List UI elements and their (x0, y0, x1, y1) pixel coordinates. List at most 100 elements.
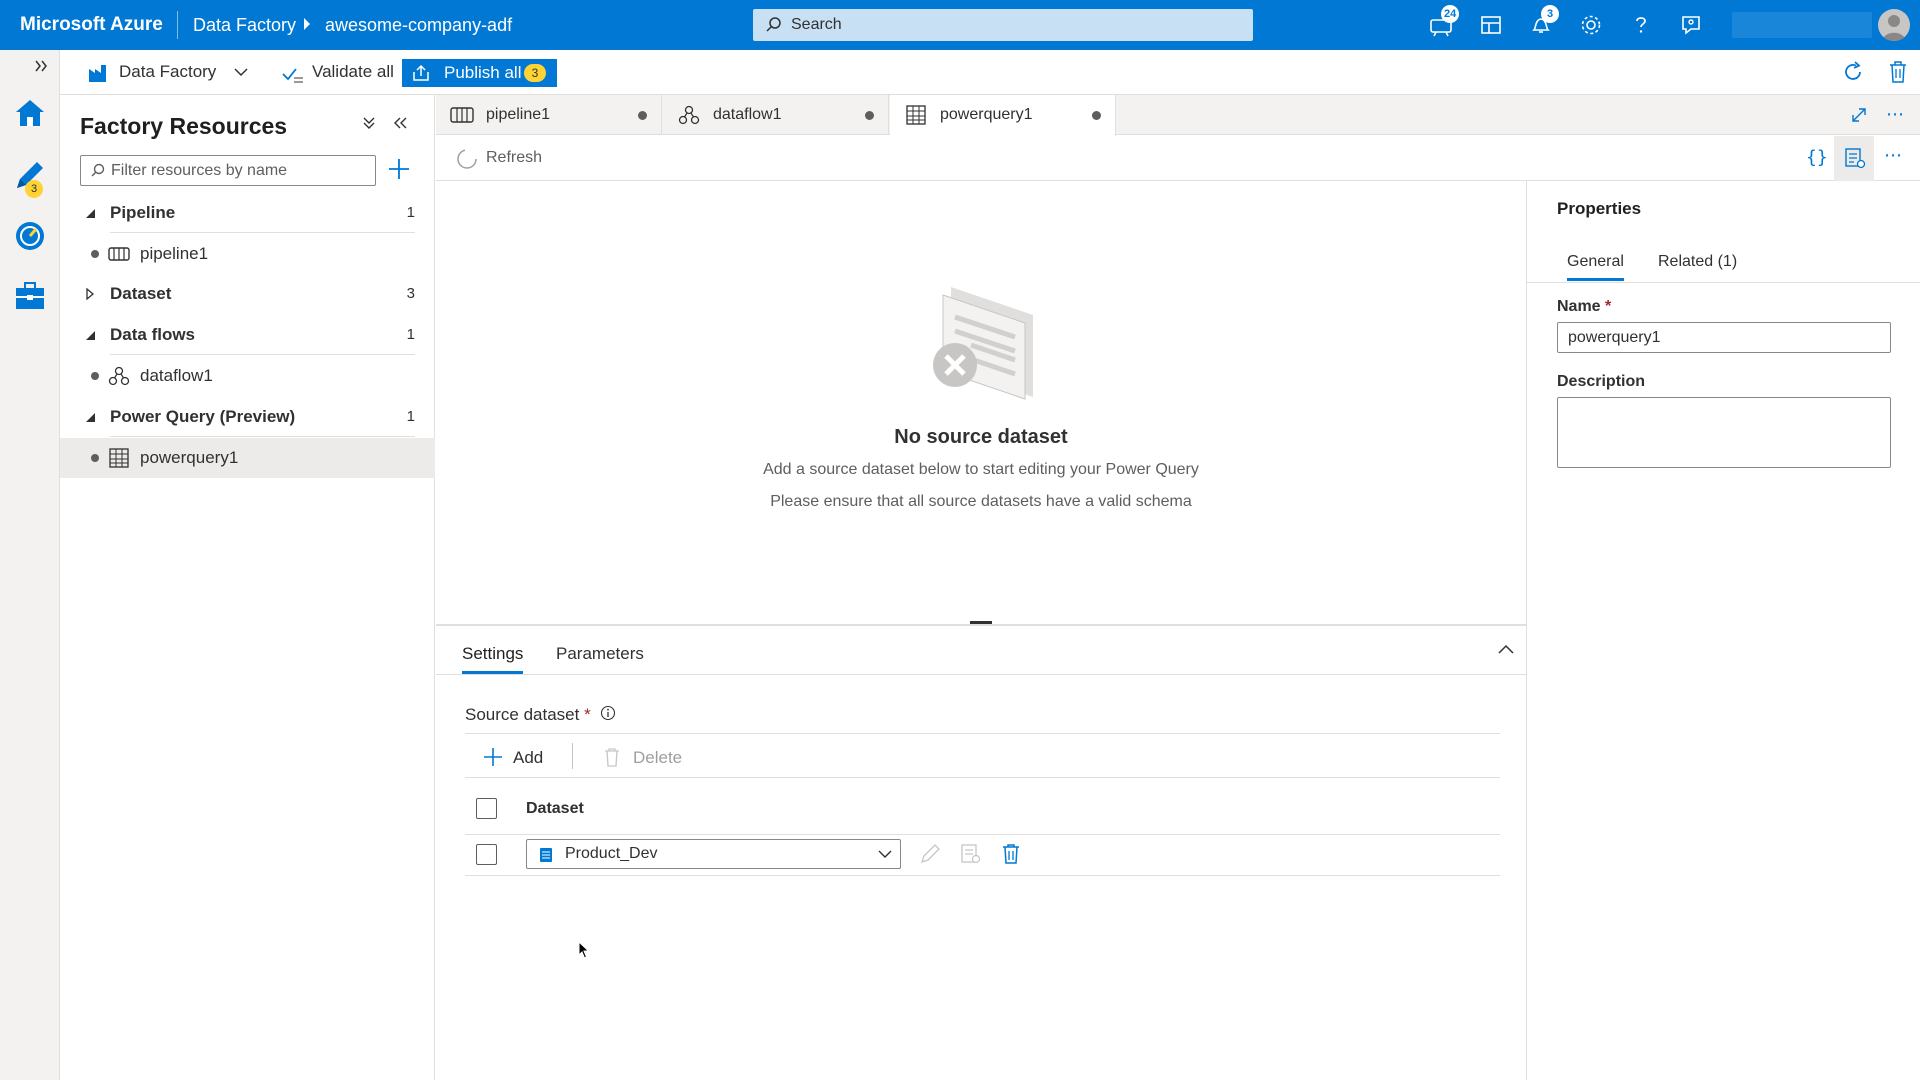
tab-parameters[interactable]: Parameters (556, 644, 644, 664)
delete-dataset-button[interactable]: Delete (633, 748, 682, 768)
directory-switch-icon[interactable] (1478, 12, 1504, 38)
group-pipeline[interactable]: Pipeline 1 (60, 193, 435, 233)
collapse-all-icon[interactable] (362, 115, 376, 131)
home-icon[interactable] (13, 96, 47, 130)
group-count: 1 (406, 326, 415, 343)
factory-mode-label[interactable]: Data Factory (119, 62, 216, 82)
splitter-grip-icon[interactable] (970, 621, 992, 624)
powerquery-icon (108, 448, 130, 468)
publish-all-button[interactable]: Publish all 3 (402, 59, 557, 87)
group-label: Dataset (110, 284, 172, 303)
refresh-icon[interactable] (456, 148, 478, 170)
code-braces-icon[interactable]: {} (1806, 147, 1828, 168)
filter-resources-input[interactable] (111, 160, 366, 182)
dataset-dropdown[interactable]: Product_Dev (526, 839, 901, 869)
group-label: Pipeline (110, 203, 176, 222)
expanded-triangle-icon[interactable] (84, 207, 96, 219)
data-factory-icon (88, 63, 108, 83)
dataset-db-icon (539, 847, 553, 863)
publish-count-badge: 3 (524, 64, 546, 82)
name-label-text: Name (1557, 298, 1601, 315)
monitor-icon[interactable] (13, 219, 47, 253)
group-divider (110, 436, 415, 437)
expand-rail-chevron-icon[interactable] (34, 59, 48, 73)
account-info[interactable] (1732, 12, 1872, 38)
factory-resources-title: Factory Resources (80, 113, 288, 139)
chevron-down-icon[interactable] (234, 67, 248, 77)
azure-brand[interactable]: Microsoft Azure (20, 14, 163, 36)
user-avatar[interactable] (1878, 9, 1910, 41)
source-dataset-label: Source dataset * (465, 705, 591, 725)
tab-settings[interactable]: Settings (462, 644, 524, 674)
select-all-checkbox[interactable] (476, 798, 497, 819)
collapsed-triangle-icon[interactable] (84, 288, 96, 300)
source-dataset-text: Source dataset (465, 705, 580, 724)
discard-all-icon[interactable] (1888, 61, 1908, 83)
tab-powerquery1[interactable]: powerquery1 (890, 95, 1116, 136)
editor-subbar: Refresh {} ⋯ (436, 136, 1920, 181)
info-icon[interactable] (600, 705, 616, 721)
collapse-panel-chevron-icon[interactable] (1498, 644, 1514, 654)
add-resource-plus-icon[interactable] (387, 157, 411, 181)
unsaved-dot (91, 250, 99, 258)
publish-all-label: Publish all (444, 63, 522, 82)
group-count: 3 (406, 285, 415, 302)
resource-item-dataflow1[interactable]: dataflow1 (60, 356, 435, 396)
breadcrumb-factory-name[interactable]: awesome-company-adf (325, 15, 512, 36)
properties-tab-divider (1527, 282, 1920, 283)
required-mark: * (1605, 298, 1612, 315)
global-search[interactable]: Search (753, 9, 1253, 41)
add-dataset-button[interactable]: Add (513, 748, 543, 768)
feedback-icon[interactable] (1678, 12, 1704, 38)
name-label: Name * (1557, 298, 1611, 316)
edit-pencil-icon[interactable] (919, 843, 941, 865)
group-data-flows[interactable]: Data flows 1 (60, 315, 435, 355)
filter-resources-field[interactable] (80, 155, 376, 186)
refresh-button[interactable]: Refresh (486, 149, 542, 167)
row-divider (465, 875, 1500, 876)
row-checkbox[interactable] (476, 844, 497, 865)
validate-all-button[interactable]: Validate all (312, 62, 394, 82)
collapse-pane-icon[interactable] (392, 115, 408, 131)
delete-trash-icon[interactable] (604, 748, 620, 767)
tab-general[interactable]: General (1567, 253, 1624, 281)
azure-top-bar: Microsoft Azure Data Factory awesome-com… (0, 0, 1920, 50)
cloud-shell-badge: 24 (1441, 5, 1460, 23)
tab-pipeline1[interactable]: pipeline1 (436, 95, 662, 135)
name-field[interactable] (1557, 322, 1891, 353)
source-divider (465, 733, 1500, 734)
add-plus-icon[interactable] (483, 747, 503, 767)
tab-related[interactable]: Related (1) (1658, 253, 1737, 271)
tabs-more-icon[interactable]: ⋯ (1886, 104, 1905, 125)
publish-upload-icon (412, 64, 430, 82)
settings-gear-icon[interactable] (1578, 12, 1604, 38)
action-separator (572, 743, 573, 769)
breadcrumb-chevron-icon (303, 18, 311, 30)
breadcrumb-data-factory[interactable]: Data Factory (193, 15, 296, 36)
description-field[interactable] (1557, 397, 1891, 468)
unsaved-dot (865, 111, 874, 120)
group-label: Data flows (110, 325, 196, 344)
group-power-query[interactable]: Power Query (Preview) 1 (60, 397, 435, 437)
maximize-icon[interactable] (1850, 106, 1868, 124)
dataflow-icon (108, 366, 130, 386)
row-delete-trash-icon[interactable] (1002, 844, 1020, 864)
resource-item-powerquery1[interactable]: powerquery1 (60, 438, 435, 478)
resource-label: dataflow1 (140, 366, 213, 385)
subbar-more-icon[interactable]: ⋯ (1884, 145, 1902, 166)
tab-dataflow1[interactable]: dataflow1 (663, 95, 889, 135)
header-divider (465, 834, 1500, 835)
unsaved-dot (91, 454, 99, 462)
help-question-icon[interactable] (1628, 12, 1654, 38)
expanded-triangle-icon[interactable] (84, 329, 96, 341)
power-query-canvas: No source dataset Add a source dataset b… (436, 181, 1526, 624)
expanded-triangle-icon[interactable] (84, 411, 96, 423)
refresh-factory-icon[interactable] (1842, 61, 1864, 83)
manage-toolbox-icon[interactable] (13, 279, 47, 313)
preview-data-icon[interactable] (960, 843, 982, 865)
properties-panel-icon[interactable] (1844, 147, 1866, 169)
tab-label: pipeline1 (486, 106, 551, 123)
resource-item-pipeline1[interactable]: pipeline1 (60, 234, 435, 274)
powerquery-icon (904, 105, 928, 125)
group-dataset[interactable]: Dataset 3 (60, 274, 435, 314)
